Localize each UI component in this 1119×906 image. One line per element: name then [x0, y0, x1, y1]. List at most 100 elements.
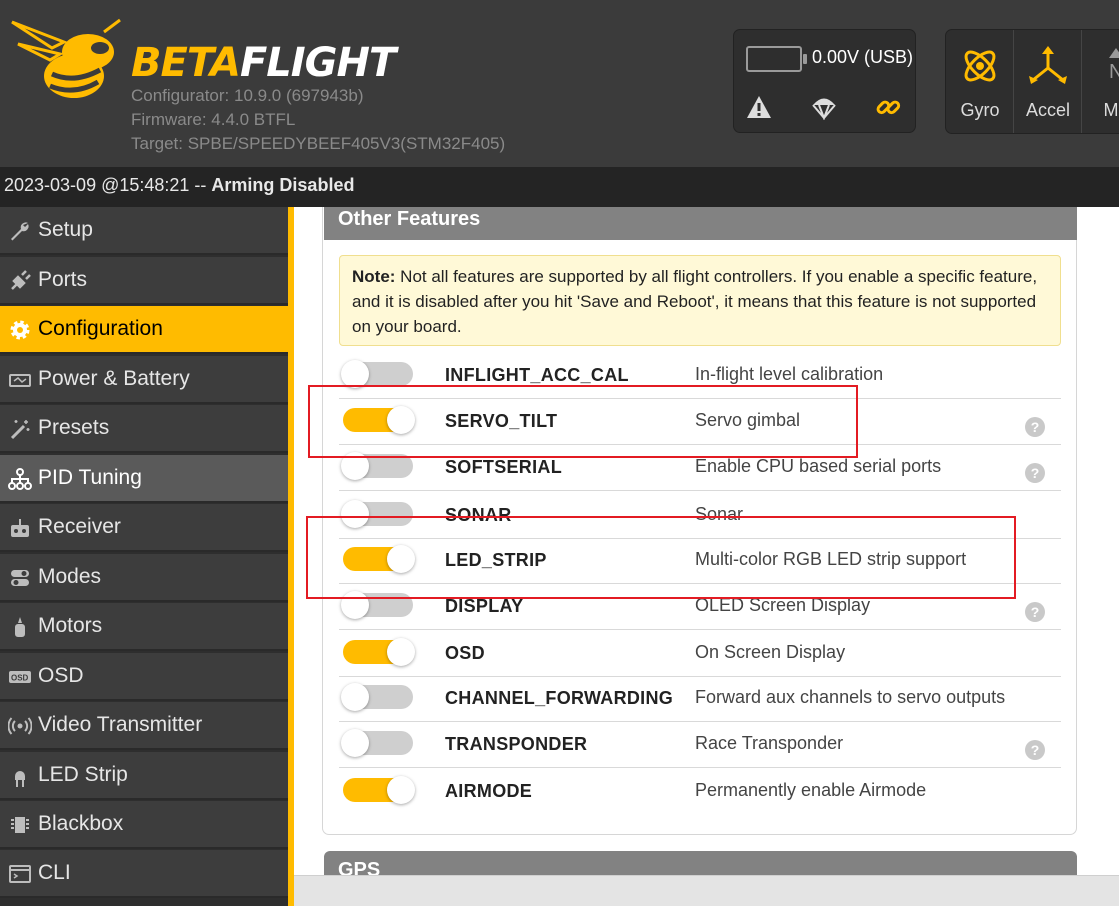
- feature-toggle[interactable]: [341, 591, 413, 619]
- battery-icon: [9, 374, 31, 387]
- feature-description: On Screen Display: [695, 642, 846, 662]
- feature-toggle[interactable]: [341, 500, 413, 528]
- feature-row-servo-tilt: SERVO_TILT Servo gimbal ?: [339, 399, 1061, 445]
- help-icon[interactable]: ?: [1025, 602, 1045, 622]
- firmware-version: Firmware: 4.4.0 BTFL: [131, 110, 296, 129]
- note-text: Not all features are supported by all fl…: [352, 267, 1038, 336]
- toggle-knob: [387, 545, 415, 573]
- features-note: Note: Not all features are supported by …: [339, 255, 1061, 346]
- feature-toggle[interactable]: [341, 683, 413, 711]
- feature-toggle[interactable]: [341, 360, 413, 388]
- feature-description: Multi-color RGB LED strip support: [695, 549, 967, 569]
- sidebar-item-label: OSD: [38, 664, 84, 687]
- battery-icon: [746, 46, 807, 72]
- sidebar-item-label: Motors: [38, 614, 103, 637]
- feature-name: SERVO_TILT: [445, 411, 558, 431]
- toggle-knob: [341, 683, 369, 711]
- sensor-mag-label: Ma: [1103, 100, 1119, 120]
- feature-description: Sonar: [695, 504, 744, 524]
- feature-row-inflight-acc-cal: INFLIGHT_ACC_CAL In-flight level calibra…: [339, 353, 1061, 399]
- sensor-gyro: Gyro: [946, 30, 1014, 133]
- toggle-knob: [341, 360, 369, 388]
- main-content[interactable]: Other Features Note: Not all features ar…: [294, 207, 1119, 906]
- sidebar-item-presets[interactable]: Presets: [0, 405, 288, 453]
- sidebar-item-label: Power & Battery: [38, 367, 190, 390]
- svg-text:OSD: OSD: [11, 674, 29, 683]
- gyro-icon: [964, 50, 996, 82]
- connection-status-panel: 0.00V (USB): [733, 29, 916, 133]
- sidebar-item-setup[interactable]: Setup: [0, 207, 288, 255]
- mag-icon: N: [1109, 48, 1119, 83]
- arming-status: Arming Disabled: [211, 175, 355, 195]
- sidebar-item-receiver[interactable]: Receiver: [0, 504, 288, 552]
- sidebar-item-pid-tuning[interactable]: PID Tuning: [0, 455, 288, 503]
- feature-toggle[interactable]: [343, 406, 415, 434]
- parachute-icon: [812, 98, 836, 120]
- feature-row-led-strip: LED_STRIP Multi-color RGB LED strip supp…: [339, 538, 1061, 584]
- osd-icon: OSD: [9, 671, 31, 683]
- feature-name: SOFTSERIAL: [445, 457, 563, 477]
- feature-toggle[interactable]: [343, 638, 415, 666]
- feature-toggle[interactable]: [341, 729, 413, 757]
- configurator-version: Configurator: 10.9.0 (697943b): [131, 86, 364, 105]
- magic-wand-icon: [10, 420, 30, 440]
- receiver-icon: [11, 519, 29, 537]
- hierarchy-icon: [8, 468, 32, 490]
- feature-name: AIRMODE: [445, 781, 533, 801]
- toggle-knob: [387, 776, 415, 804]
- feature-description: Enable CPU based serial ports: [695, 456, 942, 476]
- sidebar-item-motors[interactable]: Motors: [0, 603, 288, 651]
- app-header: BETAFLIGHT Configurator: 10.9.0 (697943b…: [0, 0, 1119, 167]
- toggle-knob: [387, 406, 415, 434]
- feature-description: In-flight level calibration: [695, 364, 884, 384]
- feature-row-sonar: SONAR Sonar: [339, 493, 1061, 539]
- feature-name: TRANSPONDER: [445, 734, 588, 754]
- feature-toggle[interactable]: [341, 452, 413, 480]
- feature-toggle[interactable]: [343, 545, 415, 573]
- sidebar-item-video-transmitter[interactable]: Video Transmitter: [0, 702, 288, 750]
- link-icon: [876, 100, 901, 115]
- feature-description: Race Transponder: [695, 733, 844, 753]
- antenna-icon: [8, 717, 32, 735]
- help-icon[interactable]: ?: [1025, 740, 1045, 760]
- sidebar-item-label: PID Tuning: [38, 466, 142, 489]
- sidebar-item-cli[interactable]: CLI: [0, 850, 288, 898]
- sidebar-item-blackbox[interactable]: Blackbox: [0, 801, 288, 849]
- sidebar-item-osd[interactable]: OSD OSD: [0, 653, 288, 701]
- log-timestamp: 2023-03-09 @15:48:21 --: [4, 175, 207, 195]
- sidebar-item-label: LED Strip: [38, 763, 128, 786]
- brand-wordmark: BETAFLIGHT: [131, 40, 396, 86]
- feature-name: CHANNEL_FORWARDING: [445, 688, 674, 708]
- sidebar-item-label: Receiver: [38, 515, 121, 538]
- feature-description: Forward aux channels to servo outputs: [695, 687, 1006, 707]
- sidebar-item-modes[interactable]: Modes: [0, 554, 288, 602]
- sidebar-item-label: Configuration: [38, 317, 163, 340]
- toggle-knob: [387, 638, 415, 666]
- help-icon[interactable]: ?: [1025, 463, 1045, 483]
- feature-row-softserial: SOFTSERIAL Enable CPU based serial ports…: [339, 445, 1061, 491]
- sidebar-nav: Setup Ports Configuration Power & Batter…: [0, 207, 288, 906]
- sensor-status-panel: Gyro Accel N Ma: [945, 29, 1119, 134]
- gear-icon: [10, 320, 30, 340]
- sensor-mag: N Ma: [1082, 30, 1119, 133]
- sensor-gyro-label: Gyro: [960, 100, 1000, 120]
- feature-name: LED_STRIP: [445, 550, 547, 570]
- sidebar-item-power-battery[interactable]: Power & Battery: [0, 356, 288, 404]
- wrench-icon: [11, 222, 29, 241]
- sensor-accel-label: Accel: [1025, 100, 1070, 120]
- sidebar-item-label: Presets: [38, 416, 110, 439]
- sidebar-item-label: Ports: [38, 268, 88, 291]
- help-icon[interactable]: ?: [1025, 417, 1045, 437]
- feature-name: SONAR: [445, 505, 512, 525]
- sidebar-item-led-strip[interactable]: LED Strip: [0, 752, 288, 800]
- feature-row-transponder: TRANSPONDER Race Transponder ?: [339, 722, 1061, 768]
- other-features-title: Other Features: [324, 207, 1077, 240]
- feature-toggle[interactable]: [343, 776, 415, 804]
- sensor-accel: Accel: [1014, 30, 1082, 133]
- sidebar-item-configuration[interactable]: Configuration: [0, 306, 288, 354]
- sidebar-item-label: Modes: [38, 565, 102, 588]
- sidebar-item-ports[interactable]: Ports: [0, 257, 288, 305]
- feature-description: OLED Screen Display: [695, 595, 871, 615]
- feature-row-airmode: AIRMODE Permanently enable Airmode: [339, 769, 1061, 815]
- feature-description: Servo gimbal: [695, 410, 801, 430]
